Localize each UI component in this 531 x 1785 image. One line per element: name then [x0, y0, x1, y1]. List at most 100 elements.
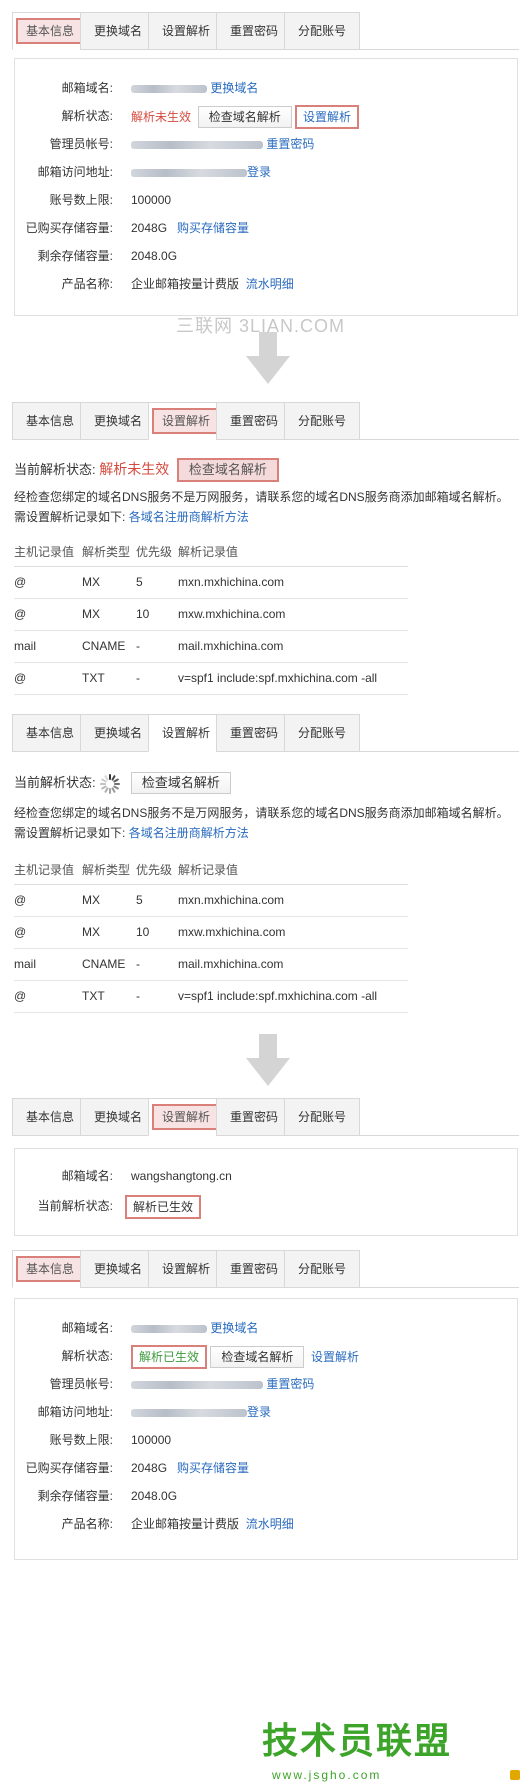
buy-storage-link[interactable]: 购买存储容量	[177, 221, 249, 235]
tab-basic-info[interactable]: 基本信息	[12, 402, 88, 440]
cell: TXT	[82, 980, 136, 1013]
dns-status-line: 当前解析状态: 解析未生效 检查域名解析	[14, 458, 279, 482]
label: 剩余存储容量:	[37, 249, 113, 263]
cell: @	[14, 598, 82, 631]
logo-title: 技术员联盟	[262, 1721, 453, 1762]
check-dns-button[interactable]: 检查域名解析	[210, 1346, 305, 1368]
cell: MX	[82, 566, 136, 599]
tab-dns-settings[interactable]: 设置解析	[148, 402, 224, 440]
registrar-method-link[interactable]: 各域名注册商解析方法	[129, 826, 249, 840]
cell: -	[136, 948, 178, 981]
table-row: @ MX 5 mxn.mxhichina.com	[14, 884, 408, 917]
tab-dns-settings[interactable]: 设置解析	[148, 12, 224, 50]
row-product: 产品名称: 企业邮箱按量计费版 流水明细	[15, 1513, 517, 1535]
tab-assign-account[interactable]: 分配账号	[284, 1250, 360, 1288]
tab-basic-info[interactable]: 基本信息	[12, 1250, 88, 1288]
change-domain-link[interactable]: 更换域名	[210, 81, 258, 95]
tab-assign-account[interactable]: 分配账号	[284, 12, 360, 50]
tab-change-domain[interactable]: 更换域名	[80, 714, 156, 752]
cell: mxn.mxhichina.com	[178, 566, 408, 599]
site-logo: 技术员联盟 www.jsgho.com	[262, 1721, 522, 1782]
set-dns-link[interactable]: 设置解析	[295, 105, 360, 129]
label: 管理员帐号:	[49, 137, 113, 151]
cell: v=spf1 include:spf.mxhichina.com -all	[178, 662, 408, 695]
value: 2048G	[131, 1461, 168, 1475]
label: 解析状态:	[61, 1349, 113, 1363]
tab-assign-account[interactable]: 分配账号	[284, 714, 360, 752]
cell: 5	[136, 566, 178, 599]
tab-reset-password[interactable]: 重置密码	[216, 1098, 292, 1136]
cell: mail	[14, 948, 82, 981]
label: 邮箱域名:	[61, 81, 113, 95]
value: 100000	[131, 193, 172, 207]
check-dns-button[interactable]: 检查域名解析	[130, 772, 231, 794]
tab-assign-account[interactable]: 分配账号	[284, 1098, 360, 1136]
value: 2048.0G	[131, 1489, 178, 1503]
tab-basic-info[interactable]: 基本信息	[12, 714, 88, 752]
col-priority: 优先级	[136, 538, 178, 567]
tab-reset-password[interactable]: 重置密码	[216, 714, 292, 752]
cell: -	[136, 630, 178, 663]
tab-reset-password[interactable]: 重置密码	[216, 402, 292, 440]
cell: 10	[136, 598, 178, 631]
col-host: 主机记录值	[14, 538, 82, 567]
flow-detail-link[interactable]: 流水明细	[246, 1517, 294, 1531]
cell: @	[14, 916, 82, 949]
value: 2048.0G	[131, 249, 178, 263]
label: 邮箱域名:	[61, 1321, 113, 1335]
reset-password-link[interactable]: 重置密码	[266, 1377, 314, 1391]
tab-basic-info[interactable]: 基本信息	[12, 12, 88, 50]
tab-reset-password[interactable]: 重置密码	[216, 1250, 292, 1288]
tabbar-2: 基本信息 更换域名 设置解析 重置密码 分配账号	[12, 402, 519, 440]
row-storage: 已购买存储容量: 2048G 购买存储容量	[15, 217, 517, 239]
col-type: 解析类型	[82, 856, 136, 885]
cell: MX	[82, 916, 136, 949]
status-badge: 解析未生效	[131, 110, 192, 124]
tab-dns-settings[interactable]: 设置解析	[148, 1250, 224, 1288]
tab-dns-settings[interactable]: 设置解析	[148, 1098, 224, 1136]
tab-change-domain[interactable]: 更换域名	[80, 12, 156, 50]
cell: TXT	[82, 662, 136, 695]
value: 企业邮箱按量计费版	[131, 1517, 240, 1531]
change-domain-link[interactable]: 更换域名	[210, 1321, 258, 1335]
down-arrow-icon	[246, 1034, 290, 1086]
need-records-line: 需设置解析记录如下: 各域名注册商解析方法	[14, 824, 249, 841]
status-badge: 解析已生效	[125, 1195, 202, 1219]
tab-basic-info[interactable]: 基本信息	[12, 1098, 88, 1136]
logo-subtitle: www.jsgho.com	[272, 1768, 382, 1782]
login-link[interactable]: 登录	[247, 1405, 271, 1419]
row-access-url: 邮箱访问地址: 登录	[15, 1401, 517, 1423]
reset-password-link[interactable]: 重置密码	[266, 137, 314, 151]
tabbar-1: 基本信息 更换域名 设置解析 重置密码 分配账号	[12, 12, 519, 50]
login-link[interactable]: 登录	[247, 165, 271, 179]
tab-label: 基本信息	[15, 18, 84, 44]
registrar-method-link[interactable]: 各域名注册商解析方法	[129, 510, 249, 524]
cell: v=spf1 include:spf.mxhichina.com -all	[178, 980, 408, 1013]
basic-info-panel-2: 邮箱域名: 更换域名 解析状态: 解析已生效 检查域名解析 设置解析 管理员帐号…	[14, 1298, 518, 1560]
tab-change-domain[interactable]: 更换域名	[80, 1250, 156, 1288]
check-dns-button[interactable]: 检查域名解析	[197, 106, 292, 128]
label: 剩余存储容量:	[37, 1489, 113, 1503]
need-records-line: 需设置解析记录如下: 各域名注册商解析方法	[14, 508, 249, 525]
flow-detail-link[interactable]: 流水明细	[246, 277, 294, 291]
row-domain: 邮箱域名: 更换域名	[15, 77, 517, 99]
table-row: @ TXT - v=spf1 include:spf.mxhichina.com -a…	[14, 980, 408, 1013]
buy-storage-link[interactable]: 购买存储容量	[177, 1461, 249, 1475]
check-dns-button[interactable]: 检查域名解析	[176, 458, 279, 482]
tab-reset-password[interactable]: 重置密码	[216, 12, 292, 50]
cell: mail.mxhichina.com	[178, 630, 408, 663]
row-dns-status: 当前解析状态: 解析已生效	[15, 1195, 517, 1219]
set-dns-link[interactable]: 设置解析	[311, 1350, 359, 1364]
value: 2048G	[131, 221, 168, 235]
label: 邮箱访问地址:	[37, 165, 113, 179]
logo-badge-icon	[510, 1770, 520, 1780]
cell: MX	[82, 598, 136, 631]
tab-change-domain[interactable]: 更换域名	[80, 1098, 156, 1136]
label: 邮箱域名:	[61, 1169, 113, 1183]
label: 解析状态:	[61, 109, 113, 123]
tab-dns-settings[interactable]: 设置解析	[148, 714, 224, 752]
tab-assign-account[interactable]: 分配账号	[284, 402, 360, 440]
table-row: @ MX 5 mxn.mxhichina.com	[14, 566, 408, 599]
tab-change-domain[interactable]: 更换域名	[80, 402, 156, 440]
need-text: 需设置解析记录如下:	[14, 826, 126, 840]
